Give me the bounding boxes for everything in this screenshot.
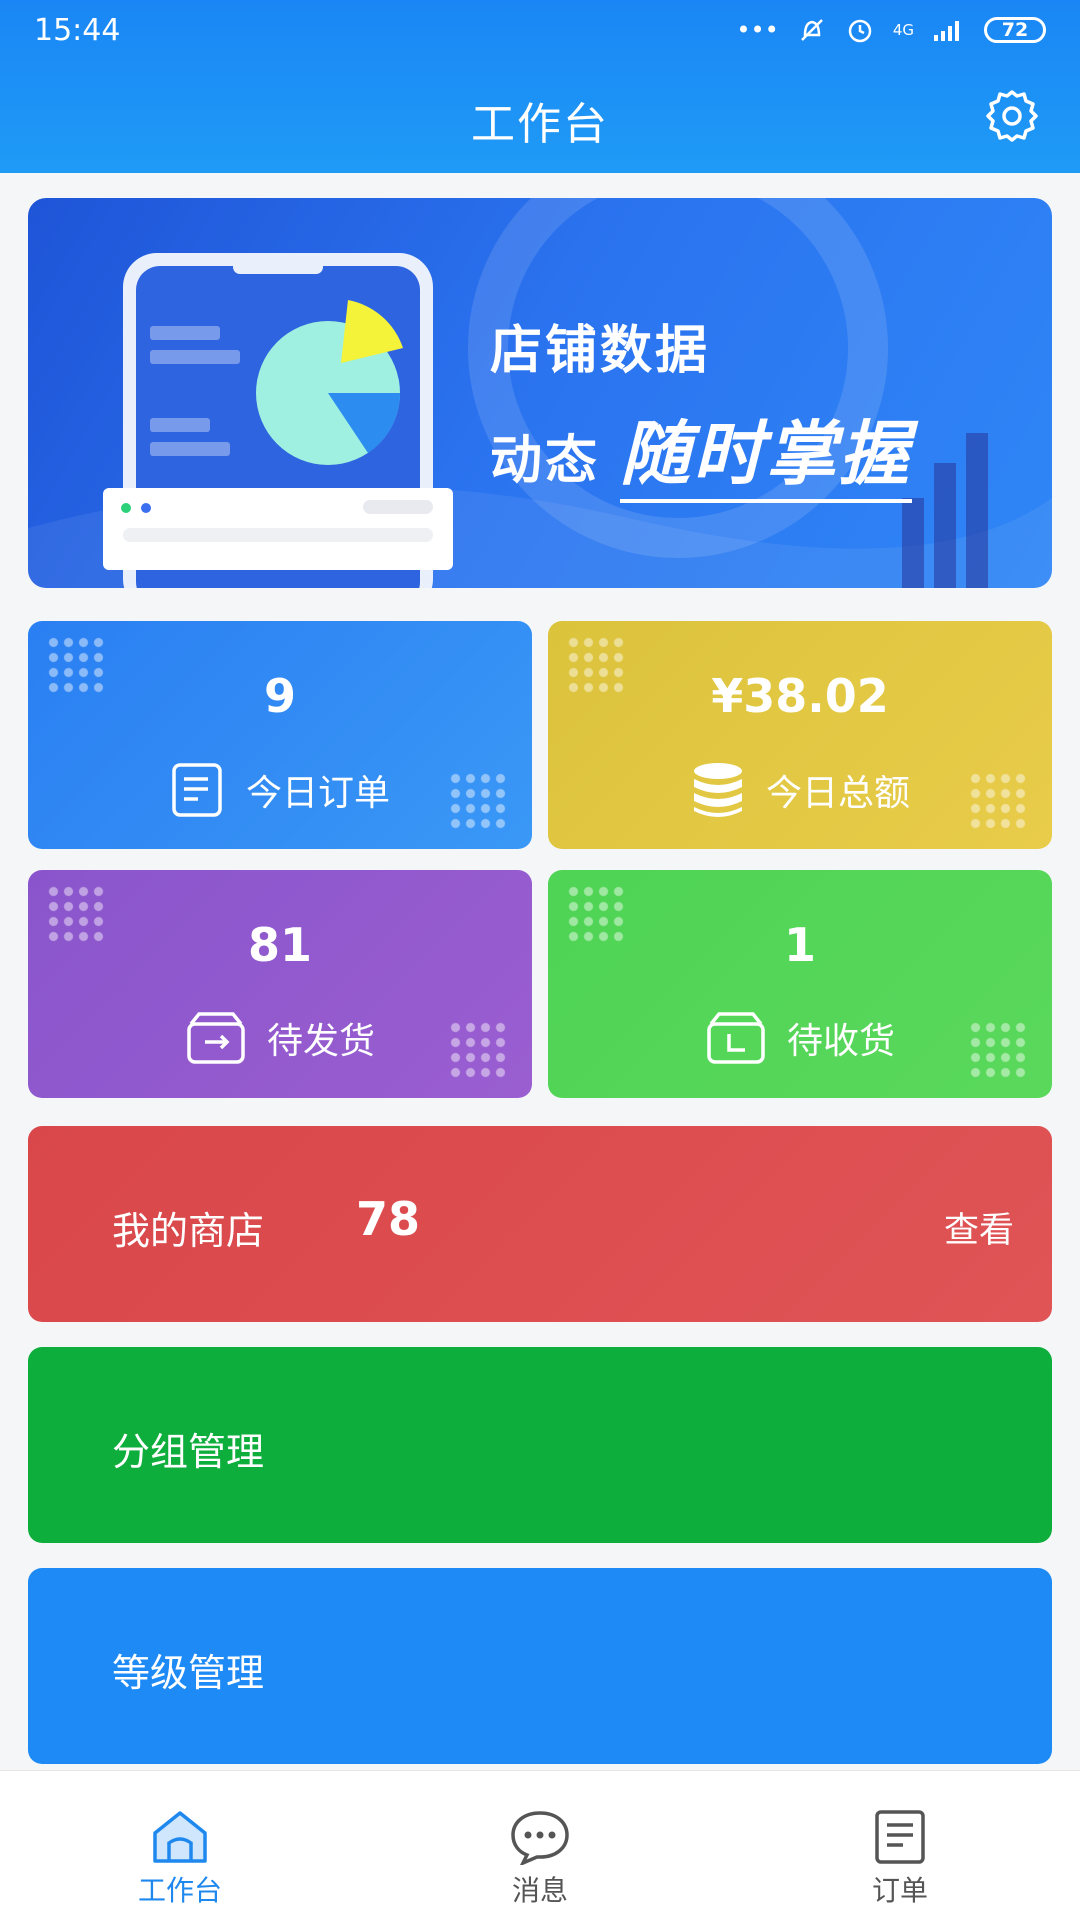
today-orders-tile[interactable]: 9 今日订单	[28, 621, 532, 849]
today-total-value: ¥38.02	[711, 669, 889, 723]
bottom-tab-bar: 工作台 消息 订单	[0, 1770, 1080, 1921]
banner-illustration	[28, 198, 1052, 588]
pending-receive-value: 1	[783, 918, 816, 972]
battery-icon: 72	[984, 17, 1046, 43]
level-management-card[interactable]: 等级管理	[28, 1568, 1052, 1764]
tab-orders[interactable]: 订单	[720, 1771, 1080, 1921]
pending-receive-tile[interactable]: 1 待收货	[548, 870, 1052, 1098]
alarm-icon	[848, 19, 872, 43]
today-total-label: 今日总额	[765, 773, 910, 814]
today-orders-value: 9	[263, 669, 296, 723]
pending-ship-label: 待发货	[266, 1021, 375, 1062]
tab-workbench-label: 工作台	[137, 1874, 222, 1907]
app-header: 15:44 ••• 4G 72 工作台	[0, 0, 1080, 173]
document-icon	[172, 763, 222, 817]
banner-subline-emphasis: 随时掌握	[620, 413, 913, 503]
ship-box-icon	[187, 1012, 245, 1064]
banner-subline: 动态 随时掌握	[490, 398, 913, 503]
pending-ship-tile[interactable]: 81 待发货	[28, 870, 532, 1098]
view-shop-link[interactable]: 查看	[944, 1202, 1014, 1253]
order-list-icon	[875, 1810, 925, 1864]
network-label: 4G	[892, 21, 914, 39]
page-title: 工作台	[471, 99, 609, 150]
home-icon	[153, 1811, 207, 1863]
group-management-card[interactable]: 分组管理	[28, 1347, 1052, 1543]
my-shop-label: 我的商店	[112, 1209, 265, 1253]
receive-box-icon	[707, 1012, 765, 1064]
pending-receive-label: 待收货	[786, 1021, 895, 1062]
group-management-label: 分组管理	[112, 1430, 265, 1474]
tab-messages-label: 消息	[511, 1874, 568, 1907]
tab-orders-label: 订单	[871, 1874, 928, 1907]
tab-messages[interactable]: 消息	[360, 1771, 720, 1921]
tab-workbench[interactable]: 工作台	[0, 1771, 360, 1921]
pending-ship-value: 81	[247, 918, 312, 972]
banner-headline: 店铺数据	[490, 321, 711, 381]
promo-banner[interactable]: 店铺数据 动态 随时掌握	[28, 198, 1052, 588]
chat-bubble-icon	[511, 1811, 569, 1865]
level-management-label: 等级管理	[112, 1651, 265, 1695]
status-icons: ••• 4G 72	[736, 15, 1046, 45]
banner-subline-prefix: 动态	[490, 431, 601, 491]
coins-icon	[693, 763, 742, 817]
status-bar: 15:44 ••• 4G 72	[0, 0, 1080, 60]
my-shop-card[interactable]: 我的商店 78 查看	[28, 1126, 1052, 1322]
more-dots-icon: •••	[736, 16, 779, 44]
gear-icon[interactable]	[982, 86, 1042, 146]
today-total-tile[interactable]: ¥38.02 今日总额	[548, 621, 1052, 849]
my-shop-count: 78	[356, 1192, 421, 1246]
today-orders-label: 今日订单	[245, 773, 390, 814]
mute-icon	[800, 19, 823, 41]
signal-icon	[934, 21, 959, 41]
status-time: 15:44	[34, 12, 121, 48]
